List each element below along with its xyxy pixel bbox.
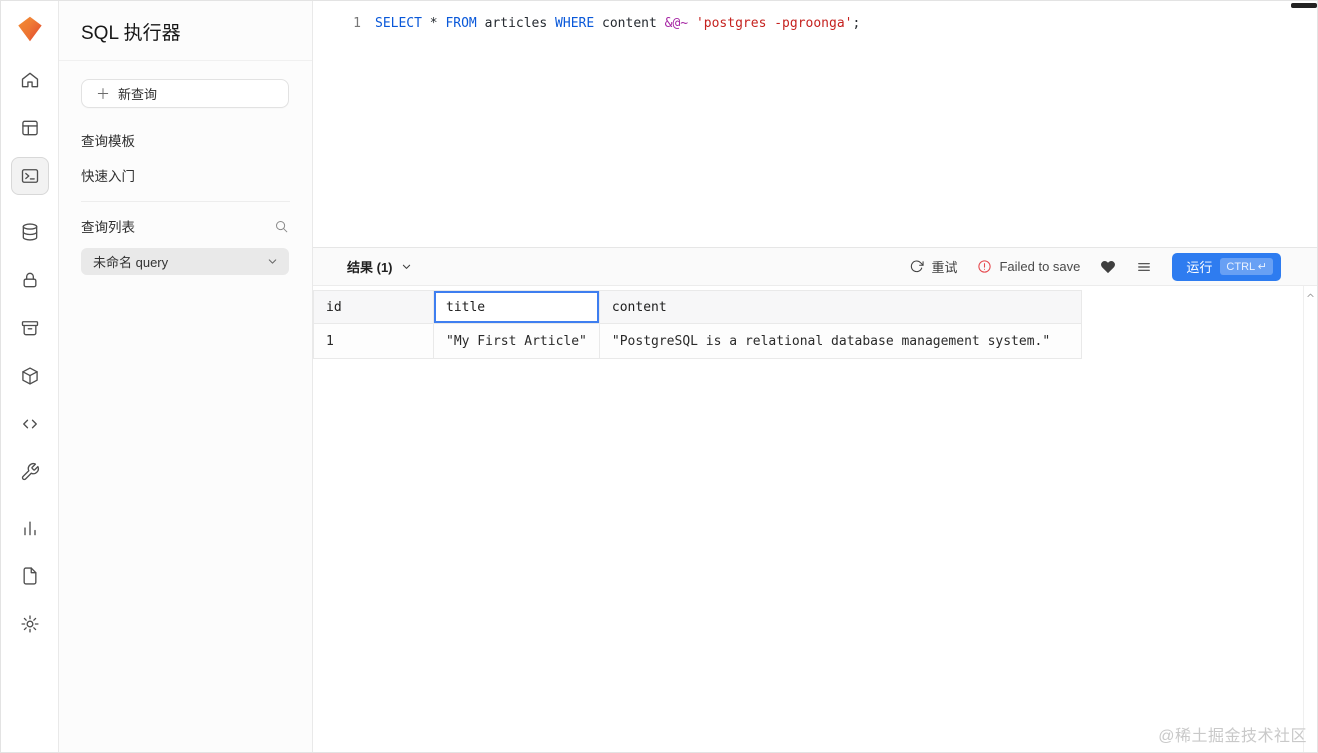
api-code-icon[interactable] (11, 405, 49, 443)
column-header-id[interactable]: id (313, 290, 434, 324)
query-list-header: 查询列表 (59, 202, 312, 246)
new-query-label: 新查询 (118, 87, 158, 102)
table-cell[interactable]: "PostgreSQL is a relational database man… (598, 323, 1082, 359)
results-dropdown[interactable]: 结果 (1) (347, 257, 414, 276)
plus-icon: ＋ (96, 85, 110, 102)
code-line: 1 SELECT * FROM articles WHERE content &… (313, 1, 1317, 33)
app-window: SQL 执行器 ＋ 新查询 查询模板 快速入门 查询列表 未命名 query 1… (0, 0, 1318, 753)
column-header-title[interactable]: title (433, 290, 600, 324)
sidebar-item-quick-start[interactable]: 快速入门 (81, 165, 290, 185)
error-icon (978, 260, 992, 273)
code-token-keyword: SELECT (375, 16, 422, 31)
sql-editor[interactable]: 1 SELECT * FROM articles WHERE content &… (313, 1, 1317, 247)
sidebar-links: 查询模板 快速入门 (59, 108, 312, 185)
run-shortcut: CTRL ↵ (1220, 258, 1273, 275)
column-header-content[interactable]: content (598, 290, 1082, 324)
save-error-label: Failed to save (999, 259, 1081, 274)
icon-rail (1, 1, 59, 752)
settings-gear-icon[interactable] (11, 605, 49, 643)
favorite-heart-icon[interactable] (1100, 259, 1116, 275)
sql-code[interactable]: SELECT * FROM articles WHERE content &@~… (361, 14, 860, 33)
chevron-down-icon (402, 264, 410, 269)
page-title: SQL 执行器 (81, 23, 181, 44)
auth-lock-icon[interactable] (11, 261, 49, 299)
home-icon[interactable] (11, 61, 49, 99)
refresh-icon (911, 260, 925, 273)
code-token-plain: content (594, 16, 665, 31)
query-list-label: 查询列表 (81, 220, 135, 235)
app-logo[interactable] (14, 13, 46, 45)
search-icon[interactable] (272, 217, 290, 235)
table-editor-icon[interactable] (11, 109, 49, 147)
run-label: 运行 (1186, 260, 1213, 275)
sidebar-item-query-templates[interactable]: 查询模板 (81, 130, 290, 150)
table-cell[interactable]: "My First Article" (433, 323, 600, 359)
database-icon[interactable] (11, 213, 49, 251)
results-panel: 结果 (1) 重试 Failed to save 运行 CTRL ↵ id ti… (313, 247, 1317, 752)
results-table-area: id title content 1 "My First Article" "Postg… (313, 286, 1317, 752)
results-toolbar: 结果 (1) 重试 Failed to save 运行 CTRL ↵ (313, 248, 1317, 286)
results-label: 结果 (1) (347, 260, 393, 275)
code-token-plain: articles (476, 16, 556, 31)
sidebar: SQL 执行器 ＋ 新查询 查询模板 快速入门 查询列表 未命名 query (59, 1, 313, 752)
code-token-plain: ; (852, 16, 861, 31)
retry-button[interactable]: 重试 (909, 257, 957, 276)
sidebar-header: SQL 执行器 (59, 1, 312, 61)
retry-label: 重试 (931, 260, 958, 275)
query-list-item-selected[interactable]: 未命名 query (81, 248, 289, 275)
functions-cube-icon[interactable] (11, 357, 49, 395)
table-cell[interactable]: 1 (313, 323, 434, 359)
sql-editor-icon[interactable] (10, 157, 49, 195)
logs-file-icon[interactable] (11, 557, 49, 595)
line-number: 1 (353, 16, 361, 31)
table-row: 1 "My First Article" "PostgreSQL is a rela… (313, 323, 1082, 359)
tools-wrench-icon[interactable] (11, 453, 49, 491)
code-token-keyword: WHERE (555, 16, 595, 31)
table-header-row: id title content (313, 290, 1082, 324)
main-panel: 1 SELECT * FROM articles WHERE content &… (313, 1, 1317, 752)
new-query-button[interactable]: ＋ 新查询 (81, 79, 289, 108)
results-table: id title content 1 "My First Article" "Postg… (313, 290, 1082, 359)
code-token-keyword: FROM (445, 16, 477, 31)
code-token-operator: &@~ (664, 16, 689, 31)
reports-chart-icon[interactable] (11, 509, 49, 547)
watermark: @稀土掘金技术社区 (1158, 728, 1307, 745)
chevron-down-icon (268, 259, 277, 264)
query-item-label: 未命名 query (93, 255, 169, 270)
code-token-plain: * (421, 16, 446, 31)
results-scrollbar[interactable] (1303, 286, 1317, 752)
code-token-string: 'postgres -pgroonga' (695, 16, 853, 31)
toolbar-actions: 重试 Failed to save 运行 CTRL ↵ (909, 252, 1281, 281)
run-button[interactable]: 运行 CTRL ↵ (1172, 252, 1281, 281)
save-error-status: Failed to save (977, 259, 1080, 274)
scroll-up-arrow-icon[interactable] (1306, 291, 1315, 300)
editor-scrollbar-thumb[interactable] (1291, 3, 1317, 8)
format-lines-icon[interactable] (1136, 259, 1152, 275)
storage-icon[interactable] (11, 309, 49, 347)
